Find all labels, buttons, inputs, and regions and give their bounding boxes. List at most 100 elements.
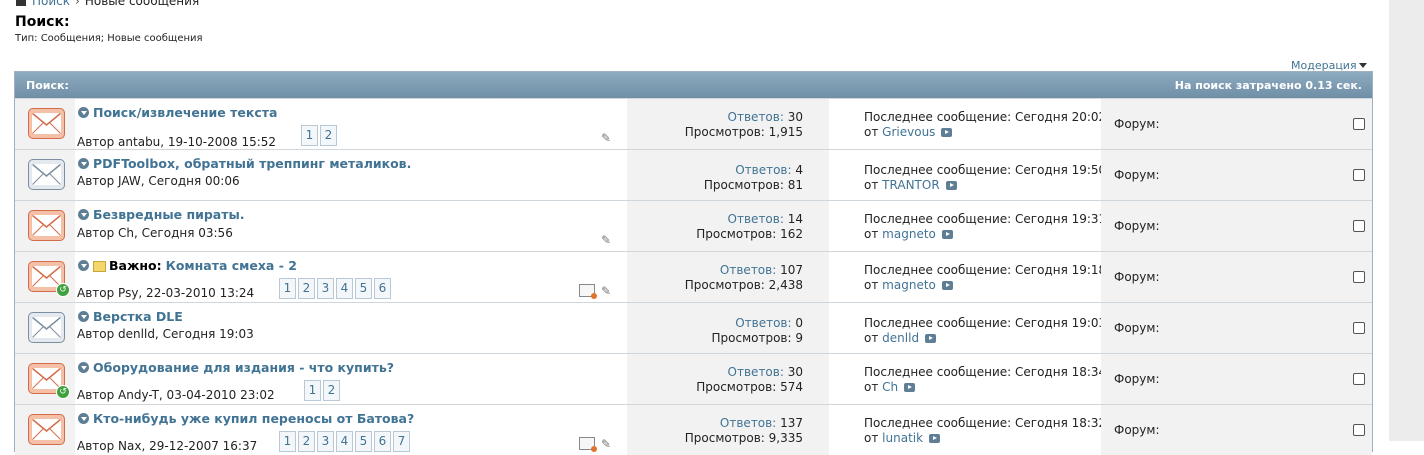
goto-first-unread-icon[interactable] bbox=[78, 107, 89, 118]
goto-first-unread-icon[interactable] bbox=[78, 413, 89, 424]
thread-title-link[interactable]: PDFToolbox, обратный треппинг металиков. bbox=[93, 156, 411, 171]
forum-cell: Форум: bbox=[1101, 405, 1372, 455]
last-post-label: Последнее сообщение: bbox=[864, 263, 1012, 277]
forum-label: Форум: bbox=[1114, 372, 1160, 386]
select-thread-checkbox[interactable] bbox=[1353, 424, 1365, 436]
forum-label: Форум: bbox=[1114, 117, 1160, 131]
page-link[interactable]: 4 bbox=[336, 278, 353, 299]
goto-last-post-icon[interactable] bbox=[945, 181, 957, 190]
page-link[interactable]: 1 bbox=[279, 278, 296, 299]
last-post-user-link[interactable]: denlld bbox=[882, 331, 919, 345]
hot-thread-envelope-icon: ↺ bbox=[28, 363, 70, 399]
page-link[interactable]: 2 bbox=[298, 278, 315, 299]
last-post-user-link[interactable]: magneto bbox=[882, 278, 936, 292]
last-post-user-link[interactable]: lunatik bbox=[882, 431, 923, 445]
views-label: Просмотров: bbox=[696, 380, 777, 394]
table-row: ↺ Важно: Комната смеха - 2 Автор Psy, 22… bbox=[15, 251, 1372, 302]
goto-first-unread-icon[interactable] bbox=[78, 260, 89, 271]
page-link[interactable]: 5 bbox=[355, 278, 372, 299]
thread-envelope-icon bbox=[28, 312, 65, 343]
page-link[interactable]: 3 bbox=[317, 431, 334, 452]
thread-title-link[interactable]: Поиск/извлечение текста bbox=[93, 105, 277, 120]
replies-count: 107 bbox=[780, 263, 803, 277]
goto-last-post-icon[interactable] bbox=[904, 383, 916, 392]
page-link[interactable]: 5 bbox=[355, 431, 372, 452]
title-cell: PDFToolbox, обратный треппинг металиков.… bbox=[75, 150, 627, 200]
thread-author: Автор Nax, 29-12-2007 16:37 bbox=[77, 439, 258, 453]
stats-cell: Ответов: 30 Просмотров: 574 bbox=[627, 354, 829, 404]
page-link[interactable]: 4 bbox=[336, 431, 353, 452]
last-post-time: Сегодня 18:32 bbox=[1015, 416, 1107, 430]
page-link[interactable]: 2 bbox=[320, 125, 337, 146]
page-link[interactable]: 1 bbox=[301, 125, 318, 146]
replies-link[interactable]: Ответов: bbox=[728, 212, 784, 226]
select-thread-checkbox[interactable] bbox=[1353, 220, 1365, 232]
attachment-paperclip-icon: ✎ bbox=[601, 284, 612, 298]
thread-title-link[interactable]: Комната смеха - 2 bbox=[166, 258, 297, 273]
status-cell bbox=[15, 150, 75, 200]
breadcrumb-link-search[interactable]: Поиск bbox=[32, 0, 70, 8]
by-label: от bbox=[864, 331, 879, 345]
views-count: 574 bbox=[780, 380, 803, 394]
page-link[interactable]: 6 bbox=[374, 278, 391, 299]
results-table: Поиск: На поиск затрачено 0.13 сек. Поис… bbox=[14, 71, 1373, 455]
forum-label: Форум: bbox=[1114, 321, 1160, 335]
sticky-icon bbox=[93, 261, 106, 272]
stats-cell: Ответов: 107 Просмотров: 2,438 bbox=[627, 252, 829, 302]
select-thread-checkbox[interactable] bbox=[1353, 118, 1365, 130]
title-cell: Верстка DLE Автор denlld, Сегодня 19:03 bbox=[75, 303, 627, 353]
last-post-cell: Последнее сообщение: Сегодня 19:03 от de… bbox=[829, 303, 1106, 353]
page-link[interactable]: 3 bbox=[317, 278, 334, 299]
goto-last-post-icon[interactable] bbox=[929, 434, 941, 443]
goto-first-unread-icon[interactable] bbox=[78, 311, 89, 322]
page-link[interactable]: 6 bbox=[374, 431, 391, 452]
goto-last-post-icon[interactable] bbox=[941, 128, 953, 137]
goto-last-post-icon[interactable] bbox=[925, 334, 937, 343]
subscribed-badge-icon: ↺ bbox=[56, 283, 70, 297]
table-row: Кто-нибудь уже купил переносы от Батова?… bbox=[15, 404, 1372, 455]
title-cell: Безвредные пираты. Автор Ch, Сегодня 03:… bbox=[75, 201, 627, 251]
last-post-cell: Последнее сообщение: Сегодня 19:18 от ma… bbox=[829, 252, 1106, 302]
replies-link[interactable]: Ответов: bbox=[720, 416, 776, 430]
goto-last-post-icon[interactable] bbox=[941, 281, 953, 290]
last-post-time: Сегодня 19:31 bbox=[1015, 212, 1107, 226]
select-thread-checkbox[interactable] bbox=[1353, 373, 1365, 385]
page-link[interactable]: 1 bbox=[279, 431, 296, 452]
last-post-user-link[interactable]: magneto bbox=[882, 227, 936, 241]
last-post-label: Последнее сообщение: bbox=[864, 110, 1012, 124]
page-link[interactable]: 2 bbox=[323, 380, 340, 401]
forum-label: Форум: bbox=[1114, 270, 1160, 284]
page-link[interactable]: 2 bbox=[298, 431, 315, 452]
status-cell: ↺ bbox=[15, 354, 75, 404]
replies-link[interactable]: Ответов: bbox=[728, 110, 784, 124]
goto-last-post-icon[interactable] bbox=[941, 230, 953, 239]
replies-link[interactable]: Ответов: bbox=[735, 163, 791, 177]
dropdown-arrow-icon bbox=[1358, 63, 1367, 68]
last-post-user-link[interactable]: Ch bbox=[882, 380, 898, 394]
replies-link[interactable]: Ответов: bbox=[735, 316, 791, 330]
thread-title-link[interactable]: Верстка DLE bbox=[93, 309, 183, 324]
home-icon[interactable] bbox=[16, 0, 26, 6]
select-thread-checkbox[interactable] bbox=[1353, 169, 1365, 181]
views-count: 1,915 bbox=[768, 125, 803, 139]
breadcrumb-current: Новые сообщения bbox=[84, 0, 200, 8]
page-link[interactable]: 7 bbox=[393, 431, 410, 452]
page-link[interactable]: 1 bbox=[304, 380, 321, 401]
last-post-label: Последнее сообщение: bbox=[864, 365, 1012, 379]
thread-title-link[interactable]: Кто-нибудь уже купил переносы от Батова? bbox=[93, 411, 414, 426]
replies-link[interactable]: Ответов: bbox=[720, 263, 776, 277]
last-post-user-link[interactable]: Grievous bbox=[882, 125, 935, 139]
select-thread-checkbox[interactable] bbox=[1353, 322, 1365, 334]
thread-title-link[interactable]: Безвредные пираты. bbox=[93, 207, 245, 222]
goto-first-unread-icon[interactable] bbox=[78, 362, 89, 373]
by-label: от bbox=[864, 178, 879, 192]
stats-cell: Ответов: 137 Просмотров: 9,335 bbox=[627, 405, 829, 455]
goto-first-unread-icon[interactable] bbox=[78, 158, 89, 169]
last-post-time: Сегодня 18:34 bbox=[1015, 365, 1107, 379]
thread-title-link[interactable]: Оборудование для издания - что купить? bbox=[93, 360, 394, 375]
by-label: от bbox=[864, 380, 879, 394]
goto-first-unread-icon[interactable] bbox=[78, 209, 89, 220]
select-thread-checkbox[interactable] bbox=[1353, 271, 1365, 283]
last-post-user-link[interactable]: TRANTOR bbox=[882, 178, 939, 192]
replies-link[interactable]: Ответов: bbox=[728, 365, 784, 379]
